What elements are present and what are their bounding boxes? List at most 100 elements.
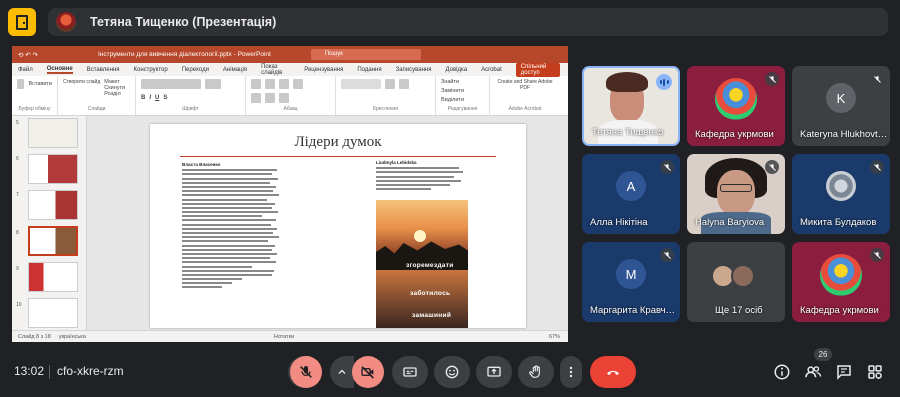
presenter-avatar	[56, 12, 76, 32]
chat-button[interactable]	[832, 360, 856, 384]
paste-icon[interactable]	[17, 79, 25, 89]
ribbon-group-font: B I U S Шрифт	[136, 76, 246, 115]
font-format-buttons[interactable]: B I U S	[141, 95, 240, 101]
slide-number: 8	[16, 230, 19, 236]
participant-tile[interactable]: Halyna Baryiova	[687, 154, 785, 234]
slide-thumbnail[interactable]	[28, 118, 78, 148]
group-label: Adobe Acrobat	[508, 106, 542, 112]
mic-off-icon	[870, 72, 884, 86]
participant-name: Тетяна Тищенко	[592, 127, 664, 138]
share-button[interactable]: Спільний доступ	[515, 62, 560, 77]
mic-off-icon	[870, 160, 884, 174]
participant-tile[interactable]: Микита Булдаков	[792, 154, 890, 234]
video-options-button[interactable]	[330, 356, 354, 388]
find-button[interactable]: Знайти	[441, 79, 484, 85]
people-button[interactable]	[801, 360, 825, 384]
meet-door-icon[interactable]	[8, 8, 36, 36]
activities-icon	[868, 365, 882, 379]
more-options-button[interactable]	[560, 356, 582, 388]
slide-thumbnail-selected[interactable]	[28, 226, 78, 256]
avatar: M	[616, 259, 646, 289]
group-label: Абзац	[283, 106, 298, 112]
ribbon-tabs: Файл Основне Вставлення Конструктор Пере…	[12, 62, 568, 77]
tab-view[interactable]: Подання	[357, 67, 381, 73]
captions-button[interactable]	[392, 356, 428, 388]
autosave-icon[interactable]: ⟲ ↶ ↷	[18, 51, 38, 59]
slide-thumbnail[interactable]	[28, 190, 78, 220]
mic-off-icon	[870, 248, 884, 262]
participant-tile[interactable]: A Алла Нікітіна	[582, 154, 680, 234]
slide-thumbnail[interactable]	[28, 298, 78, 328]
presenter-banner[interactable]: Тетяна Тищенко (Презентація)	[48, 8, 888, 36]
captions-icon	[403, 367, 417, 377]
chat-icon	[837, 365, 851, 380]
paste-button[interactable]: Вставити	[28, 81, 52, 87]
participant-name: Kateryna Hlukhovt…	[800, 129, 888, 140]
people-icon	[805, 366, 822, 378]
ribbon-group-paragraph: Абзац	[246, 76, 336, 115]
tab-review[interactable]: Рецензування	[304, 67, 343, 73]
tab-record[interactable]: Записування	[396, 67, 432, 73]
hangup-icon	[607, 370, 619, 375]
post-screenshot-2: Liudmyla Lebidska згоремездати заботилос…	[376, 160, 468, 328]
tab-help[interactable]: Довідка	[445, 67, 467, 73]
tab-design[interactable]: Конструктор	[134, 67, 168, 73]
participant-name: Маргарита Кравч…	[590, 305, 676, 316]
slide-thumbnail[interactable]	[28, 154, 78, 184]
new-slide-button[interactable]: Створити слайд	[63, 79, 100, 97]
tab-insert[interactable]: Вставлення	[87, 67, 120, 73]
slide-thumbnail[interactable]	[28, 262, 78, 292]
window-title: Інструменти для вивчення діалектології.p…	[97, 51, 271, 58]
tab-animations[interactable]: Анімація	[223, 67, 247, 73]
clock: 13:02	[14, 364, 45, 378]
photo-caption: заботилось	[410, 290, 451, 297]
participant-tile[interactable]: Кафедра укрмови	[687, 66, 785, 146]
reactions-button[interactable]	[434, 356, 470, 388]
photo-caption: згоремездати	[406, 262, 454, 269]
zoom-level[interactable]: 67%	[549, 334, 560, 340]
info-button[interactable]	[770, 360, 794, 384]
leave-call-button[interactable]	[590, 356, 636, 388]
more-participants-tile[interactable]: Ще 17 осіб	[687, 242, 785, 322]
post-screenshot-1: Власта Власенко	[182, 162, 282, 328]
mic-toggle-button[interactable]	[290, 356, 322, 388]
activities-button[interactable]	[863, 360, 887, 384]
search-input[interactable]: Пошук	[310, 49, 421, 60]
participant-tile[interactable]: M Маргарита Кравч…	[582, 242, 680, 322]
participant-tile[interactable]: K Kateryna Hlukhovt…	[792, 66, 890, 146]
participant-tile[interactable]: Кафедра укрмови	[792, 242, 890, 322]
more-vert-icon	[569, 366, 573, 378]
slide-counter: Слайд 8 з 18	[18, 333, 51, 340]
tab-home[interactable]: Основне	[46, 66, 73, 74]
slide-thumbnails: 5 6 7 8 9 10	[12, 116, 87, 330]
tab-slideshow[interactable]: Показ слайдів	[261, 64, 290, 76]
raise-hand-icon	[529, 365, 540, 378]
group-label: Слайди	[87, 106, 106, 112]
slide-title: Лідери думок	[294, 134, 382, 150]
raise-hand-button[interactable]	[518, 356, 554, 388]
tab-file[interactable]: Файл	[18, 67, 33, 73]
current-slide[interactable]: Лідери думок Власта Власенко Liudmyla Le…	[150, 124, 526, 328]
select-button[interactable]: Виділити	[441, 97, 484, 103]
info-icon	[774, 364, 790, 380]
language-status[interactable]: українська	[59, 334, 86, 340]
camera-toggle-button[interactable]	[352, 356, 384, 388]
tab-transitions[interactable]: Переходи	[182, 67, 209, 73]
tab-acrobat[interactable]: Acrobat	[481, 67, 502, 73]
department-logo	[715, 78, 757, 120]
section-button[interactable]: Розділ	[104, 91, 125, 97]
create-pdf-button[interactable]: Create and Share Adobe PDF	[495, 79, 555, 91]
ribbon-group-slides: Створити слайд Макет Скинути Розділ Слай…	[58, 76, 136, 115]
participant-name: Кафедра укрмови	[800, 305, 879, 316]
group-label: Шрифт	[182, 106, 199, 112]
participant-tile-presenter[interactable]: Тетяна Тищенко	[582, 66, 680, 146]
present-button[interactable]	[476, 356, 512, 388]
replace-button[interactable]: Замінити	[441, 88, 484, 94]
participant-name: Алла Нікітіна	[590, 217, 648, 228]
camera-off-icon	[361, 366, 374, 379]
participant-name: Кафедра укрмови	[695, 129, 774, 140]
status-bar: Слайд 8 з 18 українська Нотатки 67%	[12, 330, 568, 342]
photo-caption: замашиний	[412, 312, 452, 319]
notes-button[interactable]: Нотатки	[274, 334, 294, 340]
post-text	[376, 167, 468, 191]
